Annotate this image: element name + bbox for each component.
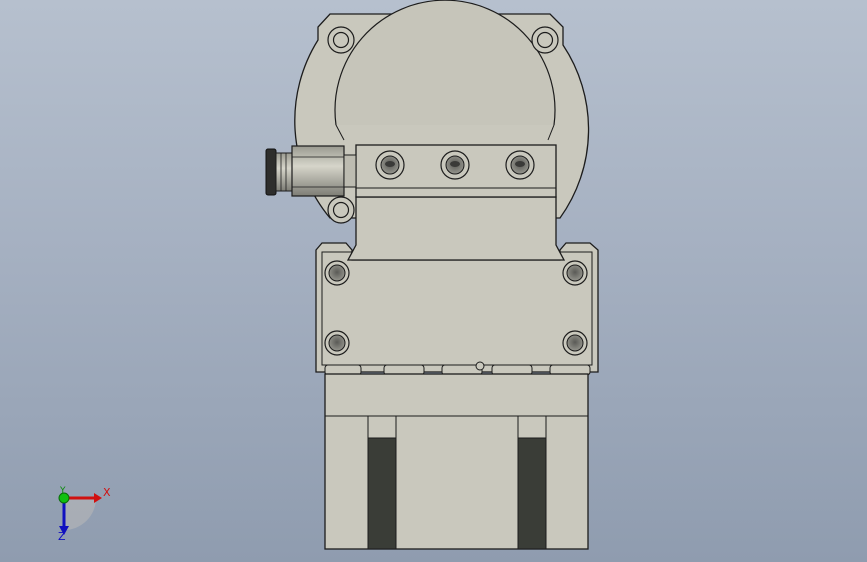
flange-hole-top-right [531,26,559,54]
jaw-left [367,415,397,550]
jaw-right [517,415,547,550]
graphics-viewport[interactable]: X Y Z [0,0,867,562]
z-axis-label: Z [58,530,66,543]
jaw-base [324,373,589,550]
y-axis-label: Y [60,486,66,496]
body-screw-bottom-left [324,330,350,356]
top-screw-2 [440,150,470,180]
x-axis-arrowhead [94,493,102,503]
body-screw-bottom-right [562,330,588,356]
cad-model-view[interactable] [0,0,867,562]
top-screw-3 [505,150,535,180]
top-screw-1 [375,150,405,180]
flange-hole-bottom-left [327,196,355,224]
x-axis-label: X [103,486,111,499]
coordinate-triad [58,492,102,535]
body-block [315,242,599,373]
body-screw-top-left [324,260,350,286]
body-screw-top-right [562,260,588,286]
flange-hole-top-left [327,26,355,54]
air-fitting [265,145,357,197]
